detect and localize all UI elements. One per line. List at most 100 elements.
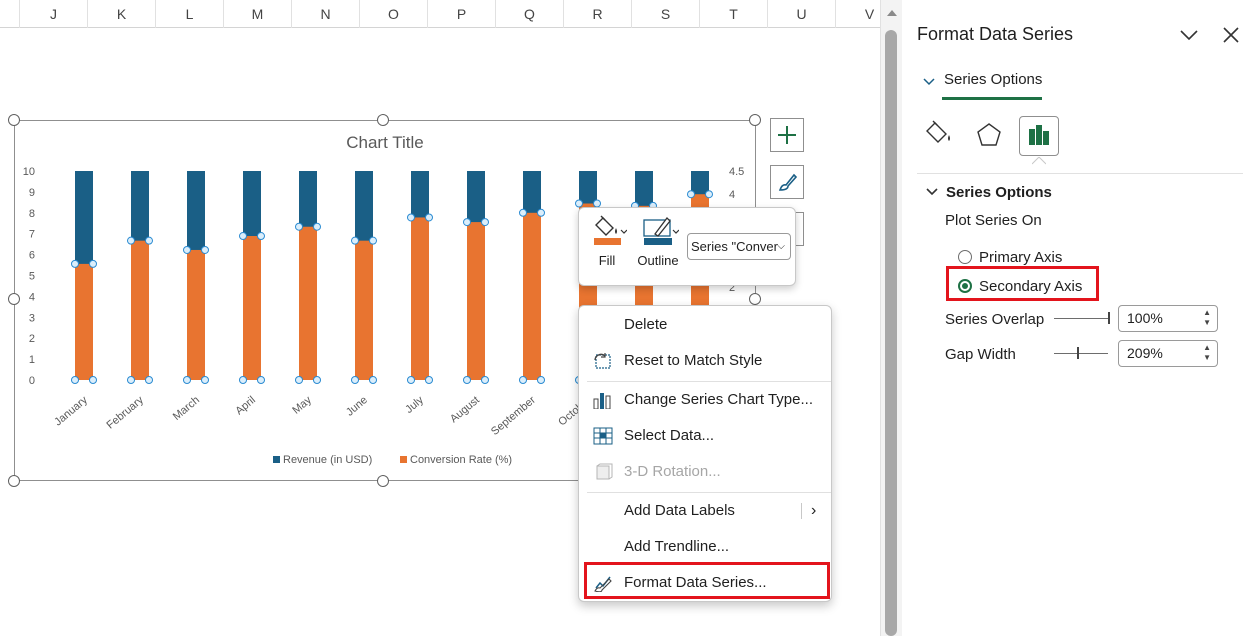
spinner-arrows-icon[interactable]: ▲ ▼ <box>1203 343 1211 363</box>
legend-entry[interactable]: Conversion Rate (%) <box>410 454 512 466</box>
secondary-axis-tick-label: 4.5 <box>729 166 744 178</box>
series-overlap-slider[interactable] <box>1054 318 1108 319</box>
resize-handle-top-left[interactable] <box>8 114 20 126</box>
x-axis-tick-label: June <box>344 394 370 419</box>
resize-handle-bottom-left[interactable] <box>8 475 20 487</box>
menu-item-label: Reset to Match Style <box>624 352 763 369</box>
outline-button[interactable]: Outline <box>637 214 680 268</box>
series-selection-handle <box>425 376 433 384</box>
fill-label: Fill <box>598 253 616 268</box>
column-header-n[interactable]: N <box>292 0 360 28</box>
section-title[interactable]: Series Options <box>946 184 1052 201</box>
chart-elements-button[interactable] <box>770 118 804 152</box>
menu-item-delete[interactable]: Delete <box>579 309 831 341</box>
plot-series-on-label: Plot Series On <box>945 212 1042 229</box>
series-selection-handle <box>127 376 135 384</box>
column-header-o[interactable]: O <box>360 0 428 28</box>
bar-conversion[interactable] <box>75 263 93 380</box>
series-selection-handle <box>519 208 527 217</box>
column-header-q[interactable]: Q <box>496 0 564 28</box>
column-header-j[interactable]: J <box>20 0 88 28</box>
pane-close-button[interactable] <box>1220 24 1242 46</box>
column-header-r[interactable]: R <box>564 0 632 28</box>
column-header-s[interactable]: S <box>632 0 700 28</box>
series-selection-handle <box>407 213 415 222</box>
resize-handle-top-right[interactable] <box>749 114 761 126</box>
resize-handle-top[interactable] <box>377 114 389 126</box>
gap-width-value: 209% <box>1127 345 1163 361</box>
menu-item-select-data[interactable]: Select Data... <box>579 420 831 452</box>
chart-type-icon <box>593 393 611 409</box>
x-axis-tick-label: May <box>290 394 314 417</box>
column-header-partial <box>0 0 20 28</box>
series-selection-handle <box>313 222 321 231</box>
gap-width-slider[interactable] <box>1054 353 1108 354</box>
column-header-k[interactable]: K <box>88 0 156 28</box>
highlight-format-data-series <box>584 562 830 599</box>
chevron-down-icon <box>926 188 938 196</box>
submenu-divider <box>801 503 802 519</box>
menu-item-reset-style[interactable]: Reset to Match Style <box>579 345 831 377</box>
column-header-l[interactable]: L <box>156 0 224 28</box>
legend-swatch <box>273 456 280 463</box>
format-data-series-pane: Format Data Series Series Options Series… <box>902 0 1258 636</box>
series-select-dropdown[interactable]: Series "Conver ⌵ <box>687 233 791 260</box>
bar-conversion[interactable] <box>187 249 205 380</box>
series-selection-handle <box>575 199 583 208</box>
menu-item-label: Delete <box>624 316 668 333</box>
bar-conversion[interactable] <box>355 240 373 380</box>
mini-toolbar: Fill Outline Series "Conver ⌵ <box>578 207 796 286</box>
pane-options-button[interactable] <box>1178 24 1200 46</box>
bar-conversion[interactable] <box>523 212 541 380</box>
series-options-tab[interactable] <box>1019 116 1059 156</box>
series-selection-handle <box>705 190 713 199</box>
menu-item-label: Select Data... <box>624 427 715 444</box>
legend-entry[interactable]: Revenue (in USD) <box>283 454 372 466</box>
gap-width-spinner[interactable]: 209% ▲ ▼ <box>1118 340 1218 367</box>
fill-line-tab[interactable] <box>922 118 956 152</box>
x-axis-tick-label: February <box>104 394 146 432</box>
column-header-u[interactable]: U <box>768 0 836 28</box>
scrollbar-thumb[interactable] <box>885 30 897 636</box>
resize-handle-right[interactable] <box>749 293 761 305</box>
paint-bucket-icon <box>926 120 950 143</box>
menu-item-add-trendline[interactable]: Add Trendline... <box>579 531 831 563</box>
menu-item-label: 3-D Rotation... <box>624 463 721 480</box>
bar-conversion[interactable] <box>131 240 149 380</box>
primary-axis-label[interactable]: Primary Axis <box>979 249 1062 266</box>
vertical-scrollbar[interactable] <box>880 0 902 636</box>
tab-series-options[interactable]: Series Options <box>944 71 1042 88</box>
series-selection-handle <box>257 232 265 241</box>
chart-title[interactable]: Chart Title <box>346 133 423 152</box>
column-header-t[interactable]: T <box>700 0 768 28</box>
3d-rotation-icon <box>596 463 613 480</box>
spinner-arrows-icon[interactable]: ▲ ▼ <box>1203 308 1211 328</box>
series-selection-handle <box>519 376 527 384</box>
resize-handle-left[interactable] <box>8 293 20 305</box>
series-overlap-thumb[interactable] <box>1108 312 1110 324</box>
bar-conversion[interactable] <box>299 226 317 380</box>
outline-label: Outline <box>637 253 679 268</box>
column-header-p[interactable]: P <box>428 0 496 28</box>
series-overlap-spinner[interactable]: 100% ▲ ▼ <box>1118 305 1218 332</box>
series-selection-handle <box>295 222 303 231</box>
resize-handle-bottom[interactable] <box>377 475 389 487</box>
x-axis-tick-label: July <box>403 394 426 416</box>
bar-conversion[interactable] <box>411 217 429 380</box>
menu-item-add-data-labels[interactable]: Add Data Labels › <box>579 495 831 527</box>
menu-item-3d-rotation: 3-D Rotation... <box>579 456 831 488</box>
series-selection-handle <box>313 376 321 384</box>
column-header-m[interactable]: M <box>224 0 292 28</box>
bar-conversion[interactable] <box>243 236 261 380</box>
effects-tab[interactable] <box>972 118 1006 152</box>
fill-button[interactable]: Fill <box>593 214 628 268</box>
primary-axis-radio[interactable] <box>958 250 972 264</box>
chevron-down-icon <box>1180 30 1198 41</box>
gap-width-thumb[interactable] <box>1076 347 1079 359</box>
menu-item-change-chart-type[interactable]: Change Series Chart Type... <box>579 384 831 416</box>
x-axis-tick-label: March <box>171 394 202 423</box>
scroll-up-icon[interactable] <box>887 10 897 16</box>
chart-styles-button[interactable] <box>770 165 804 199</box>
chevron-right-icon[interactable]: › <box>811 495 816 527</box>
bar-conversion[interactable] <box>467 222 485 380</box>
